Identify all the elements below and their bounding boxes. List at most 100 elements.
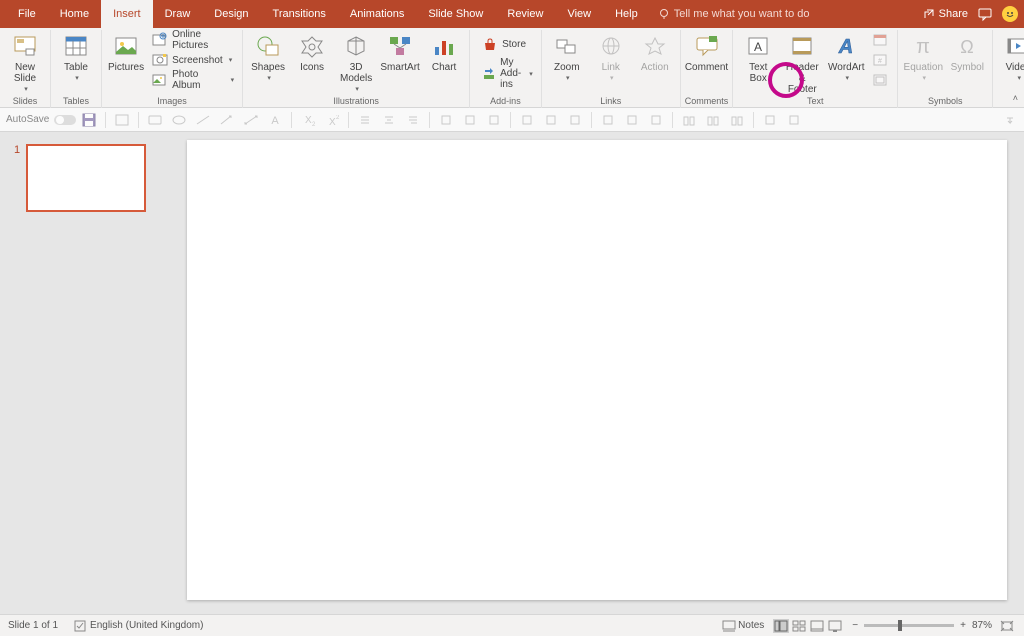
shapes-button[interactable]: Shapes: [247, 30, 289, 84]
text-box-label: Text Box: [739, 62, 777, 84]
comments-icon[interactable]: [978, 8, 992, 20]
group-illustrations: Shapes Icons 3D Models SmartArt Chart Il…: [243, 30, 470, 108]
fit-to-window-icon[interactable]: [999, 619, 1015, 633]
video-button[interactable]: Video: [997, 30, 1024, 84]
video-label: Video: [1006, 62, 1024, 73]
qat-icon[interactable]: [147, 112, 163, 128]
qat-icon[interactable]: [243, 112, 259, 128]
smartart-button[interactable]: SmartArt: [379, 30, 421, 73]
screenshot-button[interactable]: Screenshot: [148, 50, 238, 70]
icons-button[interactable]: Icons: [291, 30, 333, 73]
svg-text:X: X: [329, 117, 336, 128]
text-box-icon: A: [744, 32, 772, 60]
tab-help[interactable]: Help: [603, 0, 650, 28]
qat-overflow-icon[interactable]: [1002, 112, 1018, 128]
screenshot-icon: [152, 52, 168, 68]
save-icon[interactable]: [81, 112, 97, 128]
qat-icon[interactable]: [705, 112, 721, 128]
share-button[interactable]: Share: [923, 8, 968, 20]
text-box-button[interactable]: AText Box: [737, 30, 779, 84]
qat-icon[interactable]: [219, 112, 235, 128]
tab-draw[interactable]: Draw: [153, 0, 203, 28]
qat-icon[interactable]: [195, 112, 211, 128]
object-button: [869, 70, 893, 90]
qat-icon[interactable]: [462, 112, 478, 128]
autosave-toggle[interactable]: [57, 112, 73, 128]
photo-album-button[interactable]: Photo Album: [148, 70, 238, 90]
qat-icon[interactable]: [438, 112, 454, 128]
header-footer-label: Header & Footer: [783, 62, 821, 95]
zoom-value[interactable]: 87%: [972, 620, 992, 631]
notes-label[interactable]: Notes: [738, 620, 764, 631]
notes-button[interactable]: [721, 619, 737, 633]
pictures-button[interactable]: Pictures: [106, 30, 146, 73]
zoom-slider[interactable]: [864, 624, 954, 627]
status-language[interactable]: English (United Kingdom): [90, 620, 203, 631]
tab-design[interactable]: Design: [202, 0, 260, 28]
tab-animations[interactable]: Animations: [338, 0, 416, 28]
screenshot-label: Screenshot: [172, 55, 223, 66]
comment-button[interactable]: Comment: [686, 30, 728, 73]
qat-icon[interactable]: [381, 112, 397, 128]
store-button[interactable]: Store: [478, 35, 537, 55]
qat-icon[interactable]: [762, 112, 778, 128]
qat-icon[interactable]: [543, 112, 559, 128]
slide-canvas[interactable]: [187, 140, 1007, 600]
qat-icon[interactable]: [114, 112, 130, 128]
tell-me-search[interactable]: Tell me what you want to do: [658, 8, 810, 20]
qat-icon[interactable]: [600, 112, 616, 128]
tab-file[interactable]: File: [6, 0, 48, 28]
zoom-out-button[interactable]: −: [852, 620, 858, 631]
zoom-in-button[interactable]: +: [960, 620, 966, 631]
tab-slide-show[interactable]: Slide Show: [416, 0, 495, 28]
my-addins-button[interactable]: My Add-ins: [478, 64, 537, 84]
qat-icon[interactable]: A: [267, 112, 283, 128]
pictures-icon: [112, 32, 140, 60]
qat-icon[interactable]: [567, 112, 583, 128]
view-sorter-icon[interactable]: [791, 619, 807, 633]
qat-subscript-icon[interactable]: X2: [300, 112, 316, 128]
collapse-ribbon-button[interactable]: ˄: [1013, 93, 1018, 103]
qat-icon[interactable]: [648, 112, 664, 128]
3d-models-button[interactable]: 3D Models: [335, 30, 377, 95]
tab-insert[interactable]: Insert: [101, 0, 153, 28]
tab-review[interactable]: Review: [495, 0, 555, 28]
tab-transitions[interactable]: Transitions: [261, 0, 338, 28]
status-slide-count[interactable]: Slide 1 of 1: [8, 620, 58, 631]
zoom-button[interactable]: Zoom: [546, 30, 588, 84]
qat-icon[interactable]: [519, 112, 535, 128]
tell-me-label: Tell me what you want to do: [674, 8, 810, 20]
equation-button: πEquation: [902, 30, 944, 84]
shapes-icon: [254, 32, 282, 60]
slide-editor-area[interactable]: [176, 132, 1024, 614]
slide-thumbnail[interactable]: [26, 144, 146, 212]
photo-album-icon: [152, 72, 168, 88]
view-reading-icon[interactable]: [809, 619, 825, 633]
icons-icon: [298, 32, 326, 60]
group-text-label: Text: [807, 96, 824, 108]
photo-album-label: Photo Album: [172, 69, 224, 91]
qat-icon[interactable]: [357, 112, 373, 128]
table-icon: [62, 32, 90, 60]
qat-icon[interactable]: [405, 112, 421, 128]
table-button[interactable]: Table: [55, 30, 97, 84]
qat-icon[interactable]: [171, 112, 187, 128]
new-slide-button[interactable]: New Slide: [4, 30, 46, 95]
header-footer-button[interactable]: Header & Footer: [781, 30, 823, 95]
qat-superscript-icon[interactable]: X2: [324, 112, 340, 128]
profile-icon[interactable]: [1002, 6, 1018, 22]
view-slideshow-icon[interactable]: [827, 619, 843, 633]
wordart-button[interactable]: AWordArt: [825, 30, 867, 84]
view-normal-icon[interactable]: [773, 619, 789, 633]
chart-button[interactable]: Chart: [423, 30, 465, 73]
comment-label: Comment: [685, 62, 728, 73]
qat-icon[interactable]: [729, 112, 745, 128]
tab-view[interactable]: View: [555, 0, 603, 28]
tab-home[interactable]: Home: [48, 0, 101, 28]
qat-icon[interactable]: [786, 112, 802, 128]
qat-icon[interactable]: [624, 112, 640, 128]
spellcheck-icon[interactable]: [73, 619, 89, 633]
qat-icon[interactable]: [681, 112, 697, 128]
online-pictures-button[interactable]: Online Pictures: [148, 30, 238, 50]
qat-icon[interactable]: [486, 112, 502, 128]
